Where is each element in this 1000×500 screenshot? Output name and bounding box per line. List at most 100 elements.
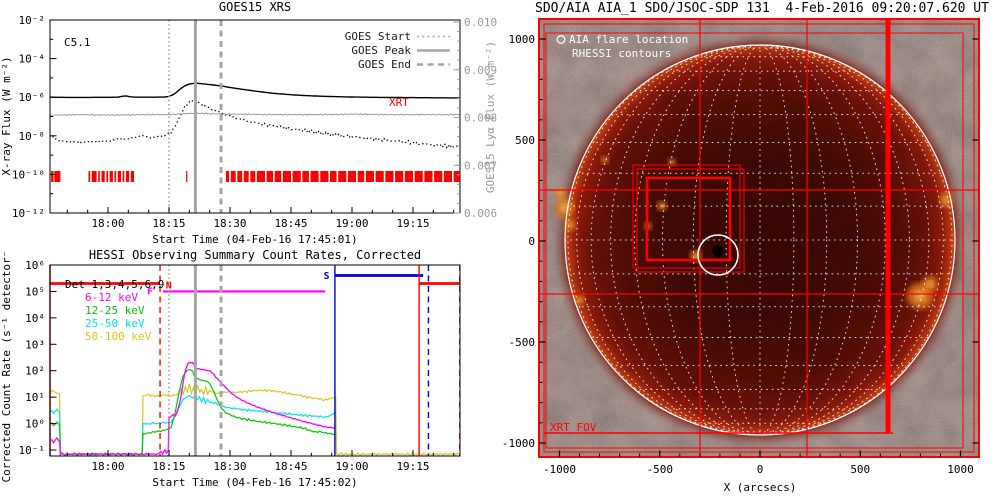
- y-tick-label: 10⁻⁴: [19, 53, 46, 66]
- sun-legend-flare-location: AIA flare location: [569, 33, 688, 46]
- goes-legend-label: GOES Peak: [351, 44, 411, 57]
- goes-xrt-flag-label: XRT: [389, 96, 409, 109]
- xrt-flag-barcode: [125, 171, 130, 182]
- xrt-flag-barcode: [266, 171, 274, 182]
- x-tick-label: 18:00: [91, 460, 124, 473]
- xrt-flag-barcode: [347, 171, 357, 182]
- y-tick-label: 10³: [25, 338, 45, 351]
- y2-tick-label: 0.006: [464, 207, 497, 220]
- sun-x-tick-label: 500: [850, 463, 870, 476]
- sun-x-tick-label: 0: [757, 463, 764, 476]
- sun-title: SDO/AIA AIA_1 SDO/JSOC-SDP 131 4-Feb-201…: [535, 1, 989, 16]
- sdo-aia-image-panel: -1000 -500 0 500 1000 1000 500 0 -500 -1000 SDO/A…: [502, 1, 989, 494]
- xrt-flag-barcode: [375, 171, 384, 182]
- y-tick-label: 10⁴: [25, 312, 45, 325]
- goes-xrs-plot: 18:00 18:15 18:30 18:45 19:00 19:15 10⁻² 10⁻⁴ 10…: [0, 0, 497, 246]
- xrt-flag-barcode: [292, 171, 301, 182]
- xrt-flag-barcode: [338, 171, 347, 182]
- y-tick-label: 10⁶: [25, 259, 45, 272]
- xrt-flag-barcode: [114, 171, 117, 182]
- y-tick-label: 10⁻⁸: [19, 130, 46, 143]
- xrt-flag-barcode: [230, 171, 236, 182]
- xrt-flag-barcode: [91, 171, 97, 182]
- hessi-legend-6-12-kev: 6-12 keV: [85, 291, 138, 304]
- xrt-flag-barcode: [101, 171, 105, 182]
- goes-flare-class-label: C5.1: [64, 36, 91, 49]
- sun-x-tick-label: -500: [647, 463, 674, 476]
- hessi-marker-n: N: [166, 280, 172, 291]
- hessi-xaxis-label: Start Time (04-Feb-16 17:45:02): [152, 476, 357, 489]
- y-tick-label: 10⁻⁶: [19, 91, 46, 104]
- xrt-flag-barcode: [250, 171, 256, 182]
- xrt-flag-barcode: [365, 171, 374, 182]
- sun-image-art: [539, 19, 979, 457]
- x-tick-label: 18:45: [274, 217, 307, 230]
- hessi-legend-25-50-kev: 25-50 keV: [85, 317, 145, 330]
- sun-y-tick-label: 0: [528, 235, 535, 248]
- hessi-series-25-50-kev: [49, 394, 337, 457]
- x-tick-label: 18:30: [213, 460, 246, 473]
- goes-xaxis-label: Start Time (04-Feb-16 17:45:01): [152, 233, 357, 246]
- hessi-legend-12-25-kev: 12-25 keV: [85, 304, 145, 317]
- xrt-flag-barcode: [54, 171, 61, 182]
- hessi-yaxis-label: Corrected Count Rate (s⁻¹ detector⁻¹): [0, 250, 13, 483]
- y-tick-label: 10²: [25, 365, 45, 378]
- flare-dark-core: [712, 245, 724, 257]
- xrt-flag-barcode: [106, 171, 108, 182]
- thick-red-vertical-line: [885, 19, 891, 433]
- xrt-flag-barcode: [122, 171, 125, 182]
- y-tick-label: 10⁻¹⁰: [12, 168, 45, 181]
- xrt-flag-barcode: [98, 171, 100, 182]
- xrt-flag-barcode: [414, 171, 423, 182]
- hessi-marker-s: S: [324, 271, 330, 282]
- sun-y-tick-label: 1000: [509, 33, 536, 46]
- x-tick-label: 19:15: [396, 460, 429, 473]
- xrt-flag-barcode: [302, 171, 309, 182]
- y-tick-label: 10¹: [25, 391, 45, 404]
- xrt-flag-barcode: [243, 171, 249, 182]
- hessi-plot-dynamic: 18:00 18:15 18:30 18:45 19:00 19:15 10⁶ 10⁵ 10⁴ 1…: [19, 259, 461, 473]
- sun-y-tick-label: -1000: [502, 437, 535, 450]
- hessi-legend-50-100-kev: 50-100 keV: [85, 330, 152, 343]
- xrt-flag-barcode: [274, 171, 282, 182]
- x-tick-label: 18:15: [152, 460, 185, 473]
- y-tick-label: 10⁰: [25, 418, 45, 431]
- goes-legend-label: GOES Start: [345, 30, 411, 43]
- xrt-flag-barcode: [385, 171, 394, 182]
- y-tick-label: 10⁻¹: [19, 444, 46, 457]
- x-tick-label: 18:30: [213, 217, 246, 230]
- hessi-series-12-25-kev: [49, 368, 336, 457]
- xrt-flag-barcode: [51, 171, 54, 182]
- hessi-title: HESSI Observing Summary Count Rates, Cor…: [89, 250, 421, 262]
- xrt-fov-label: XRT FOV: [550, 421, 597, 434]
- xrt-flag-barcode: [282, 171, 291, 182]
- xrt-flag-barcode: [395, 171, 404, 182]
- goes-title: GOES15 XRS: [219, 0, 291, 14]
- xrt-flag-barcode: [186, 171, 188, 182]
- xrt-flag-barcode: [453, 171, 460, 182]
- xrt-flag-barcode: [225, 171, 230, 182]
- xrt-flag-barcode: [357, 171, 365, 182]
- xrt-flag-barcode: [117, 171, 122, 182]
- sun-legend-rhessi-contours: RHESSI contours: [572, 47, 671, 60]
- hessi-series-50-100-kev: [49, 383, 460, 457]
- sun-x-tick-label: -1000: [543, 463, 576, 476]
- xrt-flag-barcode: [434, 171, 443, 182]
- x-tick-label: 18:00: [91, 217, 124, 230]
- xrt-flag-barcode: [88, 171, 91, 182]
- goes-y2axis-label: GOES15 Lyα Flux (W m⁻²): [484, 41, 497, 193]
- y-tick-label: 10⁻¹²: [12, 207, 45, 220]
- rhessi-browser-screenshot: 18:00 18:15 18:30 18:45 19:00 19:15 10⁻² 10⁻⁴ 10…: [0, 0, 1000, 500]
- xrt-flag-barcode: [320, 171, 329, 182]
- sun-xaxis-label: X (arcsecs): [724, 481, 797, 494]
- xrt-flag-barcode: [404, 171, 413, 182]
- goes-legend-label: GOES End: [358, 58, 411, 71]
- hessi-count-rate-plot: 18:00 18:15 18:30 18:45 19:00 19:15 10⁶ 10⁵ 10⁴ 1…: [0, 250, 461, 489]
- xrt-flag-barcode: [443, 171, 453, 182]
- xrt-flag-barcode: [130, 171, 135, 182]
- hessi-series-6-12-kev: [50, 361, 336, 456]
- hessi-legend-detectors: Det 1,3,4,5,6,9: [65, 278, 164, 291]
- sun-x-tick-label: 1000: [947, 463, 974, 476]
- xrt-flag-barcode: [256, 171, 265, 182]
- xrt-flag-barcode: [109, 171, 113, 182]
